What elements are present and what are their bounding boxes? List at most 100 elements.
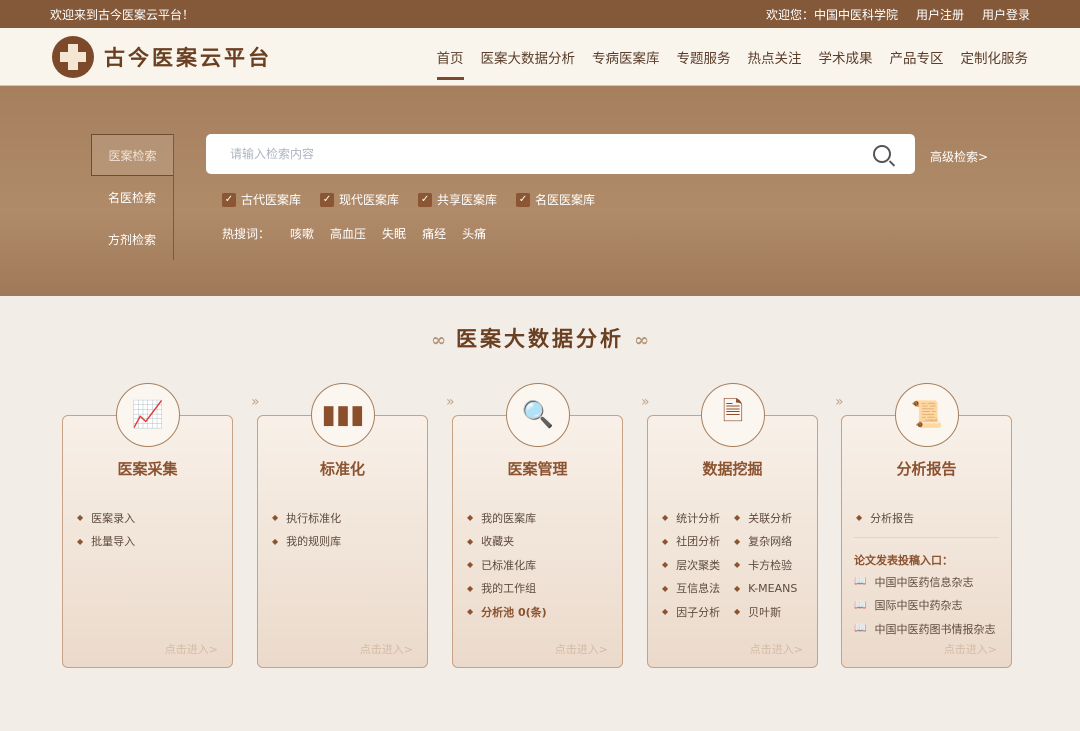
card-link[interactable]: 层次聚类: [662, 553, 734, 577]
card-analysis-report[interactable]: 📜 分析报告 分析报告 论文发表投稿入口： 📖 中国中医药信息杂志 📖 国际中医中药…: [841, 383, 1012, 668]
chevron-right-icon: »: [251, 394, 260, 410]
card-link[interactable]: 我的规则库: [272, 530, 341, 554]
card-link[interactable]: 执行标准化: [272, 506, 341, 530]
card-title: 医案管理: [507, 460, 568, 478]
top-bar: 欢迎来到古今医案云平台！ 欢迎您：中国中医科学院 用户注册 用户登录: [0, 0, 1080, 28]
book-icon: 📖: [854, 623, 867, 635]
card-link[interactable]: 批量导入: [77, 530, 135, 554]
book-icon: 📖: [854, 576, 867, 588]
presentation-chart-icon: 📈: [116, 383, 180, 447]
card-title: 数据挖掘: [702, 460, 763, 478]
nav-products[interactable]: 产品专区: [890, 28, 944, 86]
card-title: 标准化: [319, 460, 365, 478]
card-link[interactable]: 统计分析: [662, 506, 734, 530]
search-type-tabs: 医案检索 名医检索 方剂检索: [91, 134, 174, 260]
search-icon[interactable]: [873, 145, 891, 163]
checkbox-ancient[interactable]: ✓ 古代医案库: [222, 191, 301, 208]
tab-doctor-search[interactable]: 名医检索: [91, 176, 173, 218]
analysis-pool-link[interactable]: 分析池 0(条): [467, 600, 547, 624]
hot-words: 热搜词： 咳嗽 高血压 失眠 痛经 头痛: [222, 225, 486, 242]
tab-prescription-search[interactable]: 方剂检索: [91, 218, 173, 260]
enter-link[interactable]: 点击进入>: [944, 641, 997, 657]
checkbox-shared[interactable]: ✓ 共享医案库: [418, 191, 497, 208]
checkbox-label: 名医医案库: [535, 193, 596, 207]
nav-topics[interactable]: 专题服务: [677, 28, 731, 86]
enter-link[interactable]: 点击进入>: [555, 641, 608, 657]
logo-text: 古今医案云平台: [104, 44, 272, 70]
journal-link[interactable]: 📖 中国中医药图书情报杂志: [854, 617, 995, 641]
divider: [854, 537, 999, 538]
checkbox-label: 共享医案库: [437, 193, 498, 207]
card-standardization[interactable]: ▮▮▮ 标准化 执行标准化 我的规则库 点击进入>: [257, 383, 428, 668]
cloud-ornament-icon: ∞: [634, 330, 649, 351]
checkbox-label: 古代医案库: [241, 193, 302, 207]
search-input[interactable]: [230, 147, 873, 161]
journal-name: 中国中医药图书情报杂志: [874, 622, 996, 636]
magnifier-chart-icon: 🔍: [506, 383, 570, 447]
nav-hot[interactable]: 热点关注: [748, 28, 802, 86]
card-link[interactable]: 分析报告: [856, 506, 914, 530]
welcome-text: 欢迎来到古今医案云平台！: [50, 7, 195, 22]
hot-word[interactable]: 咳嗽: [290, 225, 314, 242]
card-link[interactable]: 我的医案库: [467, 506, 547, 530]
main-nav: 首页 医案大数据分析 专病医案库 专题服务 热点关注 学术成果 产品专区 定制化…: [436, 28, 1029, 86]
tab-case-search[interactable]: 医案检索: [91, 134, 173, 176]
checkbox-famous[interactable]: ✓ 名医医案库: [516, 191, 595, 208]
card-title: 医案采集: [117, 460, 178, 478]
card-link[interactable]: 已标准化库: [467, 553, 547, 577]
nav-big-data[interactable]: 医案大数据分析: [481, 28, 576, 86]
nav-disease-db[interactable]: 专病医案库: [592, 28, 660, 86]
card-link[interactable]: 贝叶斯: [734, 600, 806, 624]
check-icon: ✓: [516, 192, 531, 207]
card-link[interactable]: 因子分析: [662, 600, 734, 624]
card-link[interactable]: 社团分析: [662, 530, 734, 554]
enter-link[interactable]: 点击进入>: [165, 641, 218, 657]
check-icon: ✓: [222, 192, 236, 207]
journal-heading: 论文发表投稿入口：: [854, 554, 953, 567]
hot-label: 热搜词：: [222, 227, 271, 241]
hot-word[interactable]: 高血压: [330, 225, 366, 242]
chevron-right-icon: »: [446, 394, 455, 410]
logo-cross-icon: [52, 35, 94, 78]
card-title: 分析报告: [896, 460, 957, 478]
hot-word[interactable]: 头痛: [462, 225, 486, 242]
card-link[interactable]: 医案录入: [77, 506, 135, 530]
nav-home[interactable]: 首页: [436, 28, 464, 86]
card-case-management[interactable]: 🔍 医案管理 我的医案库 收藏夹 已标准化库 我的工作组 分析池 0(条) 点击…: [452, 383, 623, 668]
user-greeting: 欢迎您：中国中医科学院: [765, 7, 898, 22]
check-icon: ✓: [320, 192, 335, 207]
register-link[interactable]: 用户注册: [916, 6, 964, 23]
card-link[interactable]: 关联分析: [734, 506, 806, 530]
checkbox-modern[interactable]: ✓ 现代医案库: [320, 191, 399, 208]
hot-word[interactable]: 痛经: [422, 225, 446, 242]
section-title: ∞ 医案大数据分析 ∞: [0, 323, 1080, 353]
search-box: [206, 134, 915, 174]
scroll-icon: 📜: [895, 383, 959, 447]
logo[interactable]: 古今医案云平台: [52, 35, 272, 78]
card-link[interactable]: 复杂网络: [734, 530, 806, 554]
card-data-mining[interactable]: 🗎 数据挖掘 统计分析 关联分析 社团分析 复杂网络 层次聚类 卡方检验 互信息…: [647, 383, 818, 668]
section-title-text: 医案大数据分析: [456, 326, 624, 351]
card-link[interactable]: 收藏夹: [467, 530, 547, 554]
card-link[interactable]: 我的工作组: [467, 577, 547, 601]
journal-name: 国际中医中药杂志: [874, 599, 963, 613]
card-link[interactable]: 卡方检验: [734, 553, 806, 577]
card-link[interactable]: K-MEANS: [734, 577, 806, 601]
journal-link[interactable]: 📖 国际中医中药杂志: [854, 594, 995, 618]
card-link[interactable]: 互信息法: [662, 577, 734, 601]
journal-link[interactable]: 📖 中国中医药信息杂志: [854, 570, 995, 594]
enter-link[interactable]: 点击进入>: [750, 641, 803, 657]
check-icon: ✓: [418, 192, 433, 207]
journal-name: 中国中医药信息杂志: [874, 575, 974, 589]
enter-link[interactable]: 点击进入>: [360, 641, 413, 657]
nav-academic[interactable]: 学术成果: [819, 28, 873, 86]
nav-custom[interactable]: 定制化服务: [961, 28, 1029, 86]
search-banner: 医案检索 名医检索 方剂检索 高级检索> ✓ 古代医案库 ✓ 现代医案库 ✓ 共享医案…: [0, 86, 1080, 296]
hot-word[interactable]: 失眠: [382, 225, 406, 242]
login-link[interactable]: 用户登录: [982, 6, 1030, 23]
book-icon: 📖: [854, 599, 867, 611]
chevron-right-icon: »: [641, 394, 650, 410]
advanced-search-link[interactable]: 高级检索>: [930, 148, 988, 165]
checkbox-label: 现代医案库: [339, 193, 400, 207]
card-case-collection[interactable]: 📈 医案采集 医案录入 批量导入 点击进入>: [62, 383, 233, 668]
